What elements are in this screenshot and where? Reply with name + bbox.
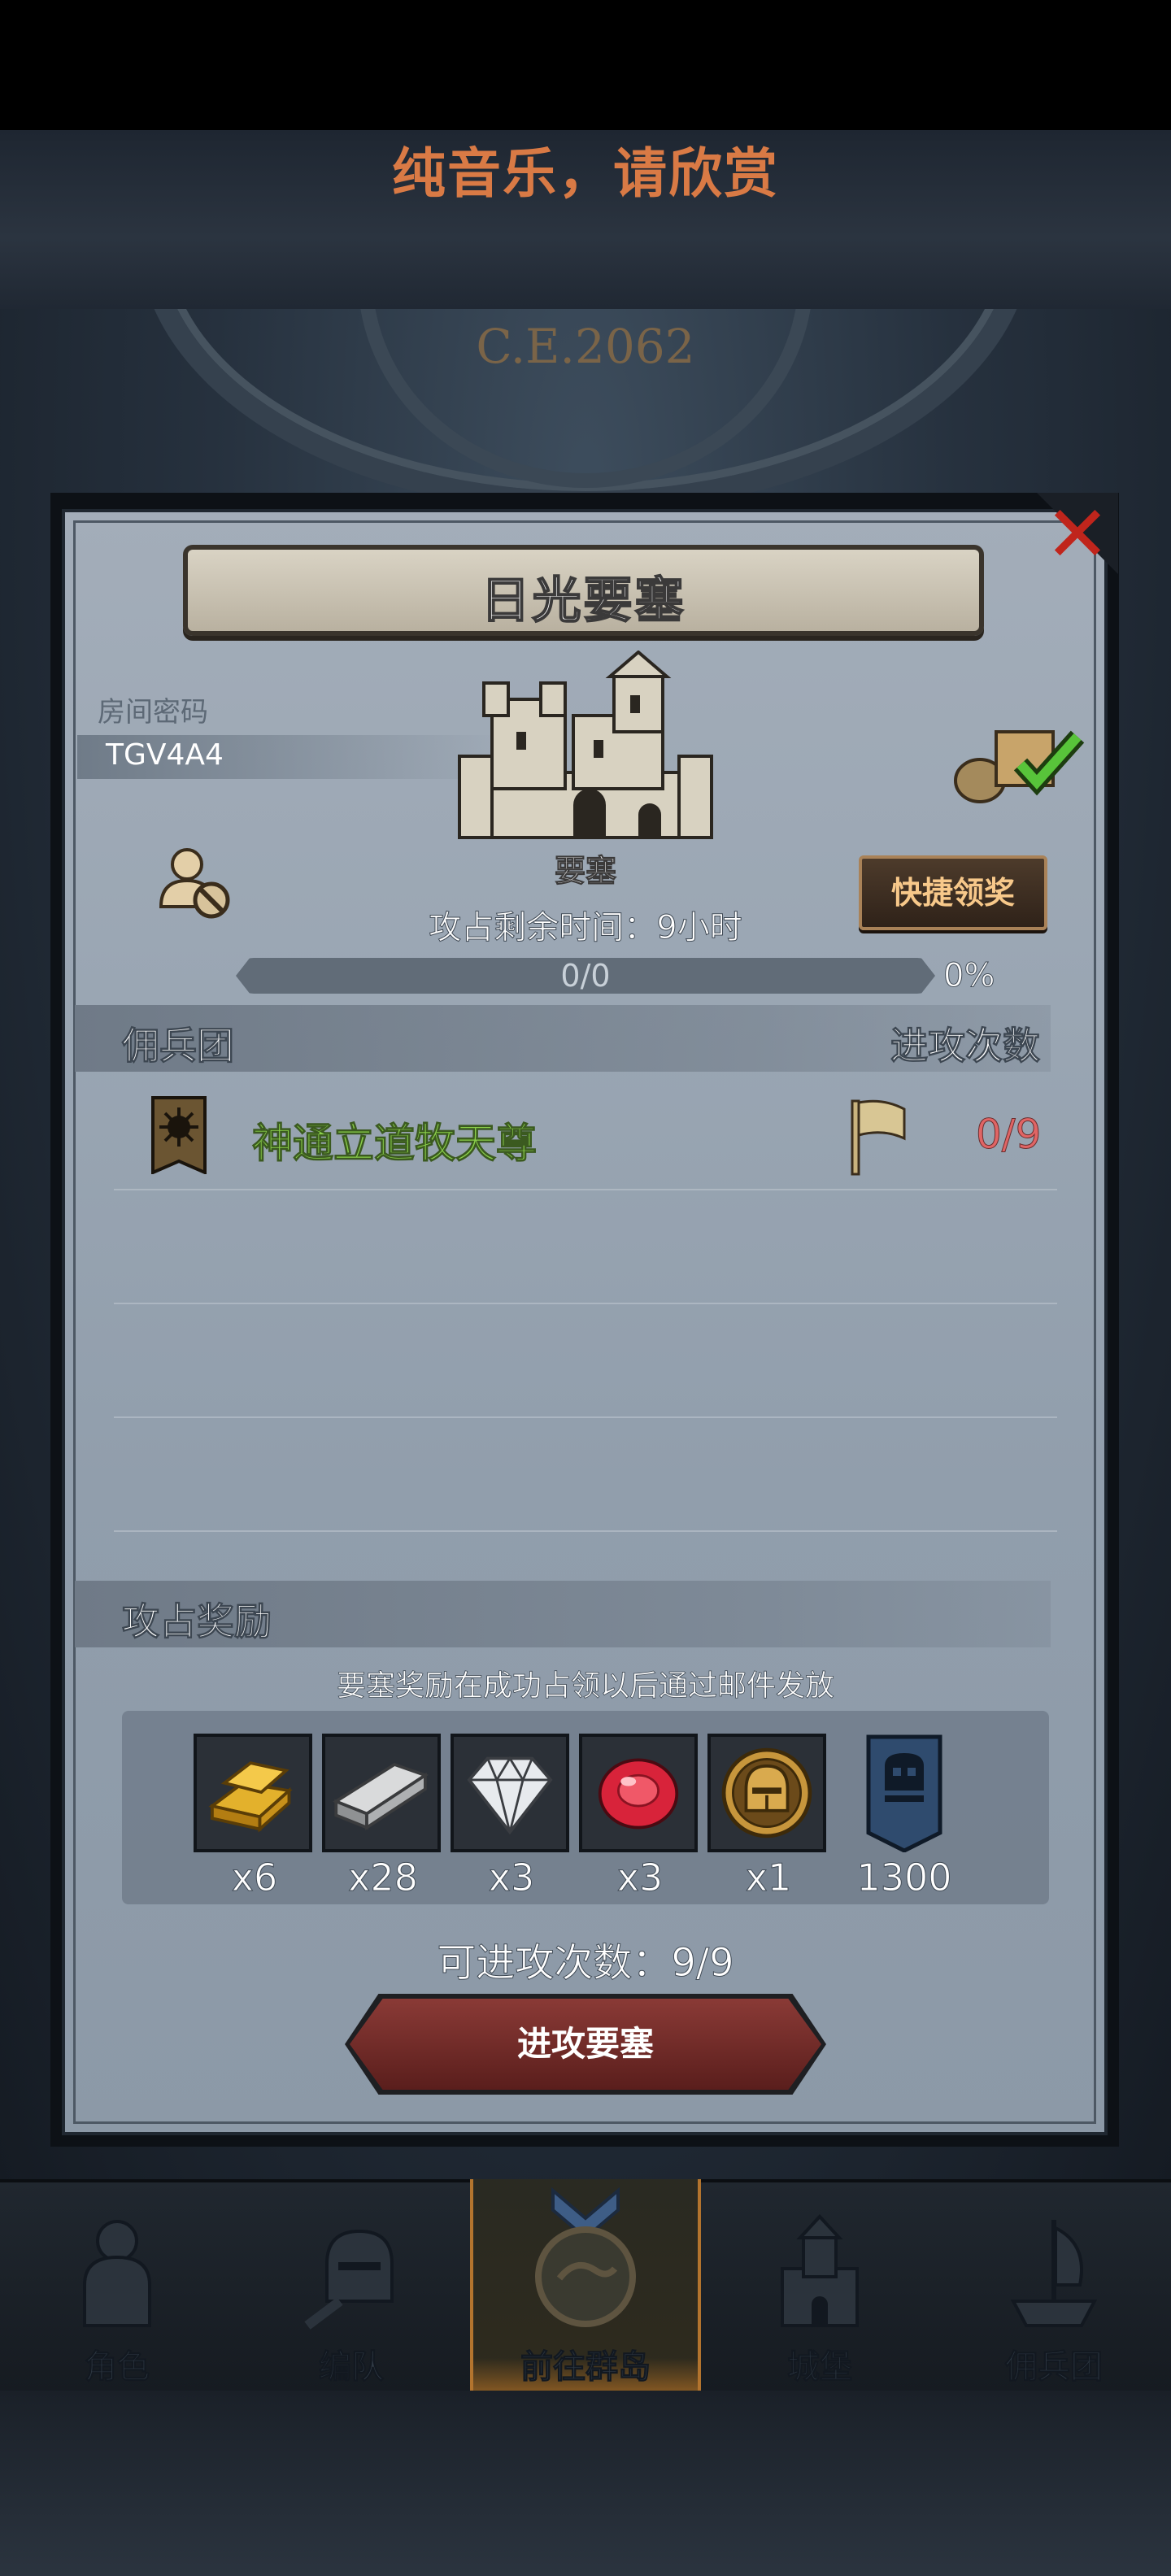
mercenary-attack-count: 0/9	[975, 1111, 1042, 1159]
reward-slot[interactable]	[322, 1734, 441, 1852]
era-label: C.E.2062	[476, 319, 695, 374]
close-icon[interactable]: ✕	[1041, 495, 1114, 573]
gold-bar-icon	[208, 1761, 293, 1833]
row-divider	[114, 1530, 1057, 1532]
attack-fortress-label[interactable]: 进攻要塞	[350, 1999, 821, 2090]
row-divider	[114, 1189, 1057, 1190]
reward-slot[interactable]	[707, 1734, 826, 1852]
capture-time-remaining: 攻占剩余时间：9小时	[429, 909, 742, 947]
island-compass-icon	[535, 2187, 636, 2327]
nav-item-character[interactable]: 角色	[0, 2179, 234, 2391]
reward-qty: x3	[616, 1856, 664, 1900]
mercenary-header-right: 进攻次数	[890, 1024, 1041, 1068]
reward-slot[interactable]	[194, 1734, 312, 1852]
room-code-value[interactable]: TGV4A4	[106, 738, 224, 772]
nav-item-go-to-islands[interactable]: 前往群岛	[468, 2179, 703, 2391]
row-divider	[114, 1416, 1057, 1418]
mercenary-header-left: 佣兵团	[122, 1024, 235, 1068]
footer-area	[0, 2391, 1171, 2576]
room-code-label: 房间密码	[98, 696, 208, 729]
diamond-icon	[467, 1756, 553, 1835]
reward-slot[interactable]	[579, 1734, 698, 1852]
capture-progress-percent: 0%	[942, 957, 995, 994]
reward-qty: x28	[348, 1856, 419, 1900]
knight-icon	[83, 2220, 151, 2327]
loot-claimed-icon[interactable]	[947, 716, 1086, 805]
nav-label: 前往群岛	[520, 2348, 651, 2387]
nav-label: 编队	[319, 2348, 385, 2387]
nav-item-mercenary[interactable]: 佣兵团	[937, 2179, 1171, 2391]
mercenary-ship-icon	[1010, 2220, 1098, 2327]
castle-icon	[781, 2214, 859, 2327]
fortress-label: 要塞	[554, 853, 616, 890]
banner-text: 纯音乐，请欣赏	[392, 142, 779, 205]
helmet-team-icon	[304, 2229, 394, 2330]
knight-helmet-coin-icon	[721, 1747, 812, 1838]
guild-banner-icon[interactable]	[864, 1734, 945, 1852]
nav-label: 角色	[85, 2348, 150, 2387]
iron-ingot-icon	[333, 1762, 429, 1831]
nav-item-formation[interactable]: 编队	[234, 2179, 468, 2391]
attacks-remaining: 可进攻次数：9/9	[437, 1940, 734, 1986]
ruby-icon	[598, 1758, 679, 1830]
reward-slot[interactable]	[451, 1734, 569, 1852]
nav-item-castle[interactable]: 城堡	[703, 2179, 937, 2391]
dialog-title: 日光要塞	[481, 572, 686, 630]
fortress-castle-icon	[458, 651, 713, 839]
mercenary-name[interactable]: 神通立道牧天尊	[252, 1111, 538, 1169]
nav-label: 佣兵团	[1005, 2348, 1104, 2387]
nav-label: 城堡	[787, 2348, 853, 2387]
reward-header: 攻占奖励	[122, 1599, 272, 1644]
reward-qty: x3	[488, 1856, 535, 1900]
guild-emblem-icon	[151, 1096, 207, 1174]
reward-qty: x1	[745, 1856, 792, 1900]
flag-icon	[851, 1099, 906, 1176]
reward-qty: x6	[231, 1856, 278, 1900]
status-bar	[0, 0, 1171, 130]
row-divider	[114, 1303, 1057, 1304]
reward-qty: 1300	[856, 1856, 952, 1900]
capture-progress-text: 0/0	[560, 958, 611, 994]
reward-note: 要塞奖励在成功占领以后通过邮件发放	[336, 1669, 835, 1704]
